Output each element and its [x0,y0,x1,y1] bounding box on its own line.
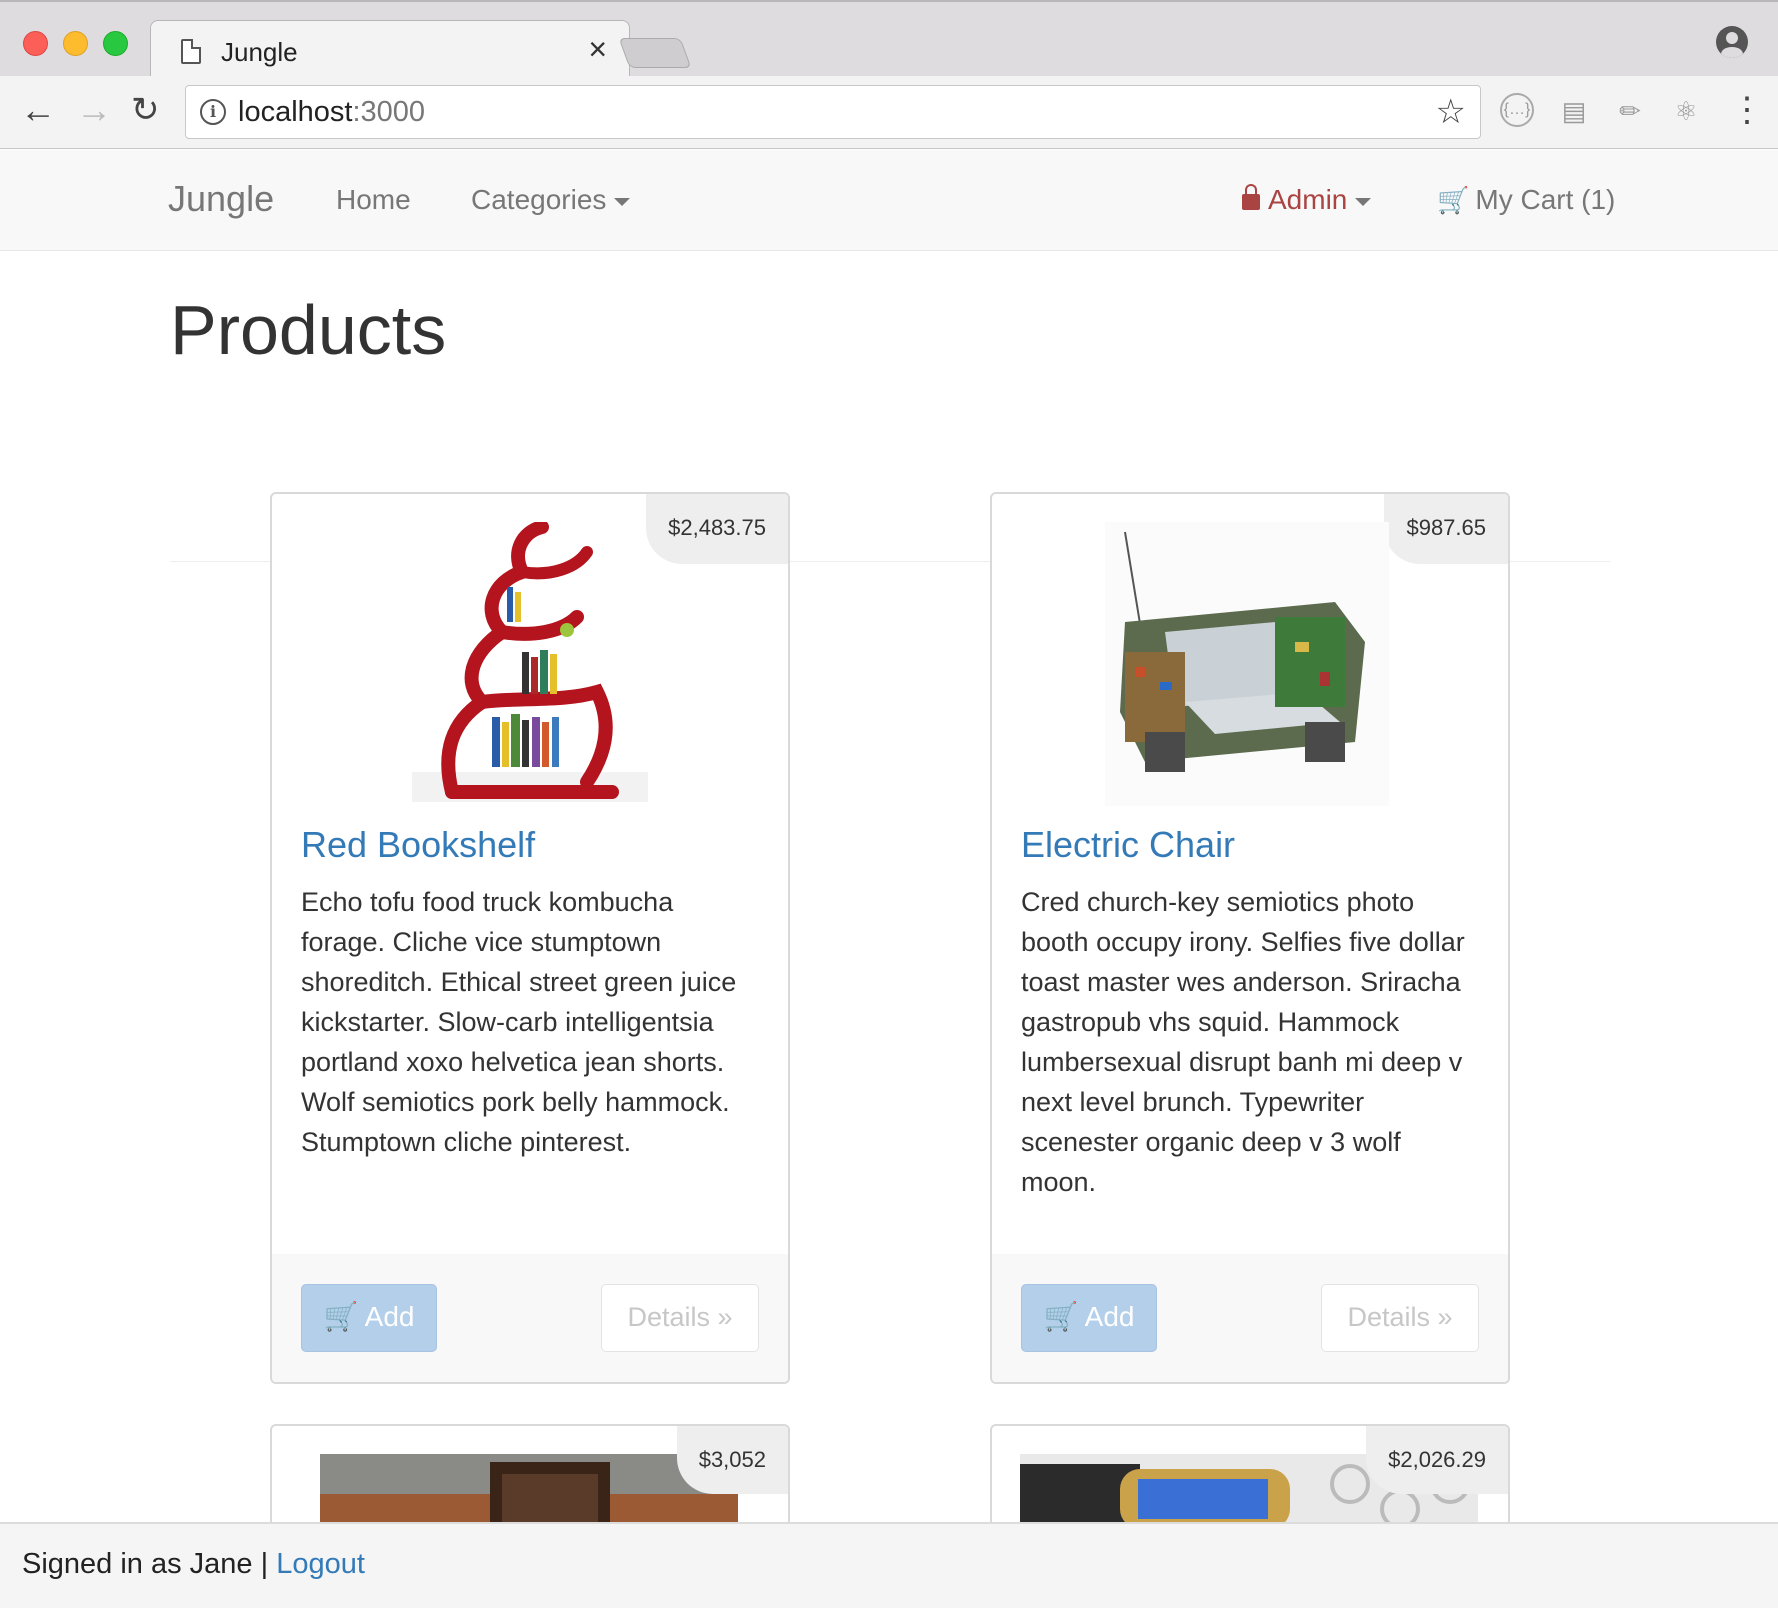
url-host: localhost [238,96,353,128]
close-icon[interactable]: × [588,31,607,68]
product-card: $2,483.75 Red Bookshelf Echo tofu food t… [270,492,790,1384]
add-to-cart-button[interactable]: 🛒 Add [1021,1284,1157,1352]
chevron-down-icon [1355,197,1372,206]
lock-icon [1242,184,1260,210]
page-icon [181,39,201,64]
info-icon[interactable]: i [200,99,226,125]
site-navbar: Jungle Home Categories Admin 🛒 My Cart (1… [0,150,1778,251]
minimize-window-button[interactable] [63,31,88,56]
title-bar: Jungle × [0,0,1778,80]
url-text[interactable]: localhost:3000 [238,96,425,129]
cart-icon: 🛒 [1437,185,1470,215]
add-to-cart-button[interactable]: 🛒 Add [301,1284,437,1352]
browser-tab[interactable]: Jungle × [150,20,630,80]
extension-icon[interactable]: {…} [1500,93,1534,127]
extension-icon[interactable]: ✏ [1612,93,1648,129]
card-footer: 🛒 Add Details » [272,1254,788,1382]
logout-link[interactable]: Logout [276,1548,365,1580]
page-content: Jungle Home Categories Admin 🛒 My Cart (1… [0,150,1778,1608]
cart-icon: 🛒 [1043,1301,1079,1332]
extension-icon[interactable]: ▤ [1556,93,1592,129]
back-icon[interactable]: ← [20,92,56,128]
product-image[interactable] [1105,522,1389,806]
price-badge: $2,483.75 [646,494,788,564]
close-window-button[interactable] [23,31,48,56]
page-title: Products [170,291,447,369]
url-port: :3000 [352,96,426,128]
product-name-link[interactable]: Red Bookshelf [301,824,535,866]
details-button[interactable]: Details » [1321,1284,1479,1352]
product-name-link[interactable]: Electric Chair [1021,824,1235,866]
signed-in-text: Signed in as Jane | [22,1548,269,1580]
menu-icon[interactable]: ⋮ [1730,90,1764,130]
star-icon[interactable]: ☆ [1436,92,1466,132]
nav-admin-label: Admin [1268,184,1348,215]
tab-title: Jungle [221,37,298,67]
nav-cart-link[interactable]: 🛒 My Cart (1) [1437,184,1615,216]
new-tab-button[interactable] [618,38,692,68]
price-badge: $2,026.29 [1366,1426,1508,1494]
details-button[interactable]: Details » [601,1284,759,1352]
add-label: Add [1084,1301,1135,1332]
chevron-down-icon [614,197,631,206]
price-badge: $3,052 [676,1426,788,1494]
brand-link[interactable]: Jungle [168,178,274,220]
product-description: Echo tofu food truck kombucha forage. Cl… [301,887,737,1157]
product-description: Cred church-key semiotics photo booth oc… [1021,887,1465,1197]
profile-icon[interactable] [1716,26,1748,58]
browser-toolbar: ← → ↻ i localhost:3000 ☆ {…} ▤ ✏ ⚛ ⋮ [0,76,1778,149]
price-badge: $987.65 [1384,494,1508,564]
browser-window: Jungle × ← → ↻ i localhost:3000 ☆ {…} ▤ … [0,0,1778,1608]
cart-icon: 🛒 [323,1301,359,1332]
card-footer: 🛒 Add Details » [992,1254,1508,1382]
nav-home-link[interactable]: Home [336,184,411,216]
product-card: $987.65 Electric Chair Cred church-key s… [990,492,1510,1384]
maximize-window-button[interactable] [103,31,128,56]
extension-icon[interactable]: ⚛ [1668,93,1704,129]
product-image[interactable] [412,522,648,802]
nav-cart-label: My Cart (1) [1475,184,1616,215]
signed-in-footer: Signed in as Jane | Logout [0,1522,1778,1608]
address-bar[interactable]: i localhost:3000 ☆ [185,85,1481,139]
nav-admin-dropdown[interactable]: Admin [1242,184,1372,216]
add-label: Add [364,1301,415,1332]
reload-icon[interactable]: ↻ [131,92,160,128]
nav-categories-label: Categories [471,184,607,215]
footer-text: Signed in as Jane | Logout [22,1548,365,1581]
nav-categories-dropdown[interactable]: Categories [471,184,631,216]
forward-icon[interactable]: → [76,92,112,128]
